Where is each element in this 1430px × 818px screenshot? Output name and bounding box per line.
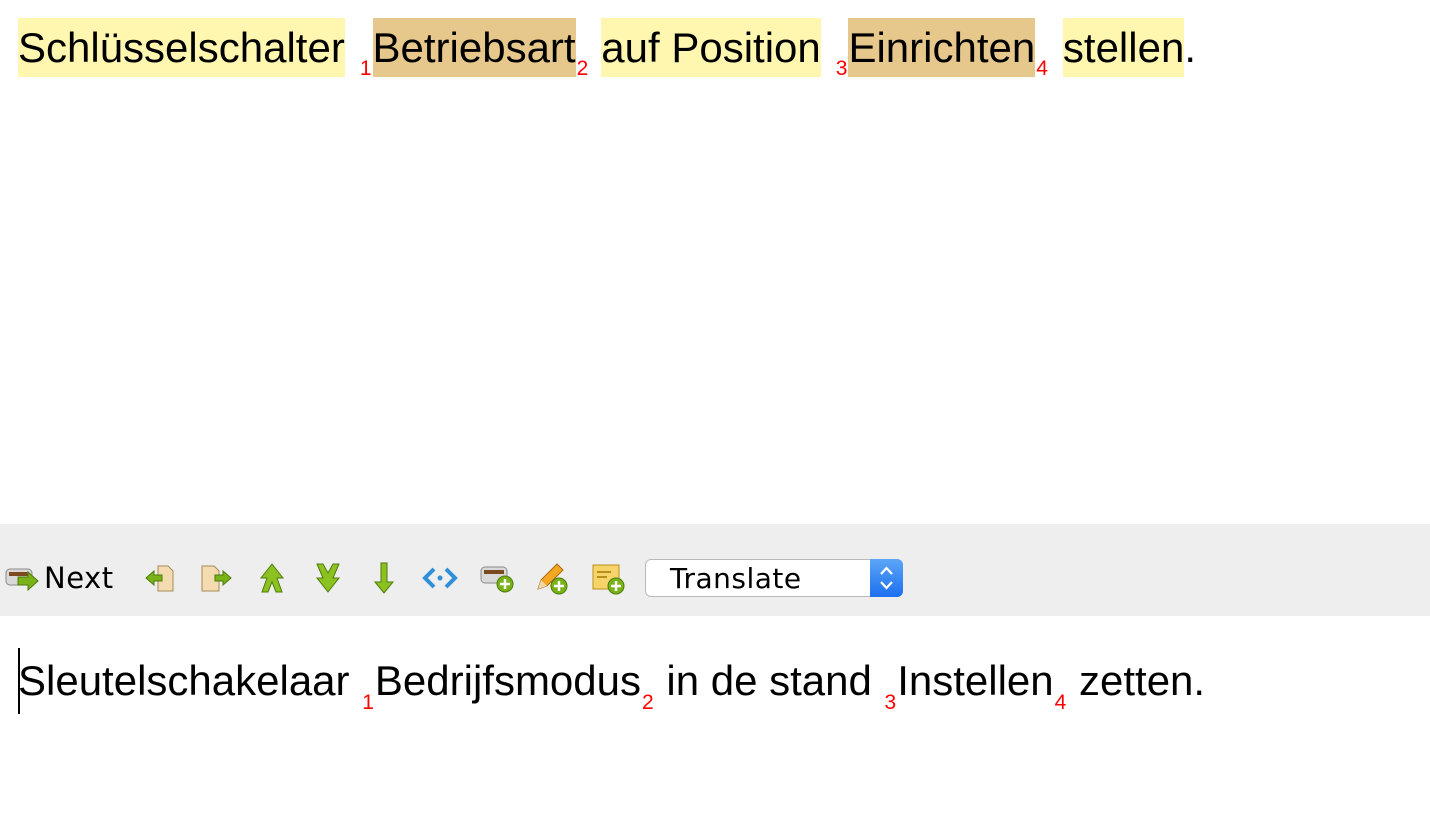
previous-segment-button[interactable] xyxy=(254,560,290,596)
add-tm-button[interactable] xyxy=(479,560,515,596)
next-label: Next xyxy=(44,561,114,595)
inline-tag: 2 xyxy=(576,57,589,80)
source-term[interactable]: stellen xyxy=(1062,18,1185,77)
next-button[interactable]: Next xyxy=(4,560,124,596)
down-button[interactable] xyxy=(368,560,400,596)
insert-source-icon xyxy=(144,561,178,595)
down-arrow-icon xyxy=(372,561,396,595)
copy-source-button[interactable] xyxy=(198,560,234,596)
source-pane: Schlüsselschalter 1 Betriebsart 2 auf Po… xyxy=(0,0,1430,524)
inline-tag: 3 xyxy=(884,691,897,714)
target-pane[interactable]: Sleutelschakelaar 1 Bedrijfsmodus 2 in d… xyxy=(0,616,1430,818)
edit-button[interactable] xyxy=(534,560,570,596)
inline-tag: 3 xyxy=(835,57,848,80)
insert-source-button[interactable] xyxy=(143,560,179,596)
next-segment-button[interactable] xyxy=(310,560,346,596)
mode-select[interactable]: Translate xyxy=(645,559,903,597)
source-term[interactable]: auf Position xyxy=(601,18,821,77)
target-text: Bedrijfsmodus xyxy=(374,657,641,704)
source-term[interactable]: Einrichten xyxy=(848,18,1036,77)
edit-pencil-icon xyxy=(534,561,570,595)
chevron-up-down-icon xyxy=(870,559,903,597)
source-sentence: Schlüsselschalter 1 Betriebsart 2 auf Po… xyxy=(18,18,1196,80)
target-text: in de stand xyxy=(654,657,884,704)
inline-tag: 4 xyxy=(1036,57,1048,80)
inline-tag: 4 xyxy=(1054,691,1067,714)
tags-icon xyxy=(422,566,458,590)
next-icon xyxy=(4,563,40,593)
source-term[interactable]: Schlüsselschalter xyxy=(18,18,345,77)
mode-select-value: Translate xyxy=(670,562,802,595)
previous-segment-icon xyxy=(256,561,288,595)
target-text: zetten. xyxy=(1067,657,1206,704)
inline-tag: 1 xyxy=(359,57,372,80)
target-text: Sleutelschakelaar xyxy=(18,657,362,704)
add-note-button[interactable] xyxy=(590,560,626,596)
source-punctuation: . xyxy=(1184,24,1196,71)
tags-button[interactable] xyxy=(421,560,459,596)
target-text: Instellen xyxy=(897,657,1054,704)
target-sentence[interactable]: Sleutelschakelaar 1 Bedrijfsmodus 2 in d… xyxy=(18,648,1205,714)
source-term[interactable]: Betriebsart xyxy=(372,18,576,77)
inline-tag: 2 xyxy=(642,691,654,714)
next-segment-icon xyxy=(312,561,344,595)
inline-tag: 1 xyxy=(362,691,374,714)
copy-source-icon xyxy=(199,561,233,595)
add-note-icon xyxy=(590,561,626,595)
add-tm-icon xyxy=(479,562,515,594)
